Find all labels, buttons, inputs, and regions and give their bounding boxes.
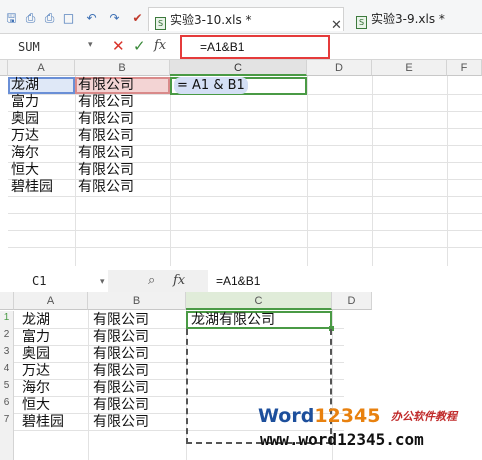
cell-c1-editing[interactable]: = A1 & B1 [172, 77, 302, 94]
column-header-c[interactable]: C [186, 292, 332, 310]
cell-a3[interactable]: 奥园 [9, 111, 39, 128]
cell-b4[interactable]: 有限公司 [91, 363, 149, 380]
row-header-7[interactable]: 7 [0, 414, 13, 425]
cell-a1[interactable]: 龙湖 [20, 312, 50, 329]
cell-a6[interactable]: 恒大 [9, 162, 39, 179]
cell-a7[interactable]: 碧桂园 [9, 179, 53, 196]
cell-a3[interactable]: 奥园 [20, 346, 50, 363]
column-header-e[interactable]: E [372, 60, 447, 76]
row-header-5[interactable]: 5 [0, 380, 13, 391]
cell-b7[interactable]: 有限公司 [76, 179, 134, 196]
select-all-corner[interactable] [0, 60, 8, 76]
tab-file-active[interactable]: S 实验3-10.xls * ✕ [148, 7, 344, 33]
name-box[interactable]: C1 [0, 270, 105, 292]
row-header-1[interactable]: 1 [0, 312, 13, 323]
cell-c1[interactable]: 龙湖有限公司 [189, 312, 275, 329]
watermark-brand-number: 12345 [314, 405, 381, 427]
zoom-icon[interactable]: ⌕ [148, 272, 155, 288]
select-all-corner[interactable] [0, 292, 14, 310]
cell-a1[interactable]: 龙湖 [9, 77, 75, 94]
spreadsheet-file-icon: S [155, 17, 166, 30]
column-header-a[interactable]: A [14, 292, 88, 310]
cell-a2[interactable]: 富力 [9, 94, 39, 111]
column-header-c[interactable]: C [170, 60, 307, 76]
cell-b6[interactable]: 有限公司 [91, 397, 149, 414]
chevron-down-icon[interactable]: ▾ [88, 39, 93, 50]
preview-icon[interactable]: □ [62, 12, 75, 24]
function-buttons-area [108, 270, 208, 292]
save-icon[interactable]: 🖫 [5, 12, 18, 24]
row-header-3[interactable]: 3 [0, 346, 13, 357]
file-icon[interactable]: ⎙ [24, 12, 37, 24]
column-header-a[interactable]: A [8, 60, 75, 76]
column-header-d[interactable]: D [307, 60, 372, 76]
confirm-icon[interactable]: ✓ [133, 37, 146, 55]
cell-b2[interactable]: 有限公司 [76, 94, 134, 111]
column-header-d[interactable]: D [332, 292, 372, 310]
cell-b2[interactable]: 有限公司 [91, 329, 149, 346]
cell-b7[interactable]: 有限公司 [91, 414, 149, 431]
tab-file[interactable]: S 实验3-9.xls * [350, 7, 480, 31]
cell-a4[interactable]: 万达 [9, 128, 39, 145]
checkmark-icon[interactable]: ✔ [131, 12, 144, 24]
tab-label: 实验3-9.xls * [371, 12, 445, 26]
spreadsheet-file-icon: S [356, 16, 367, 29]
watermark-url: www.word12345.com [260, 430, 424, 449]
formula-text: = A1 & B1 [174, 77, 248, 94]
cell-b3[interactable]: 有限公司 [91, 346, 149, 363]
cell-a2[interactable]: 富力 [20, 329, 50, 346]
name-box[interactable]: SUM [4, 37, 96, 57]
cell-b5[interactable]: 有限公司 [91, 380, 149, 397]
cell-a6[interactable]: 恒大 [20, 397, 50, 414]
redo-icon[interactable]: ↷ [108, 12, 121, 24]
cell-b6[interactable]: 有限公司 [76, 162, 134, 179]
cell-a7[interactable]: 碧桂园 [20, 414, 64, 431]
watermark: Word12345 办公软件教程 www.word12345.com [258, 404, 478, 454]
formula-input[interactable]: =A1&B1 [180, 35, 330, 59]
fx-icon[interactable]: fx [173, 273, 185, 288]
cell-b1[interactable]: 有限公司 [76, 77, 170, 94]
watermark-brand-word: Word [258, 405, 315, 427]
row-header-2[interactable]: 2 [0, 329, 13, 340]
tab-label: 实验3-10.xls * [170, 13, 252, 27]
row-header-6[interactable]: 6 [0, 397, 13, 408]
fx-icon[interactable]: fx [154, 38, 166, 53]
column-header-f[interactable]: F [447, 60, 482, 76]
cell-b1[interactable]: 有限公司 [91, 312, 149, 329]
print-icon[interactable]: ⎙ [43, 12, 56, 24]
cell-a4[interactable]: 万达 [20, 363, 50, 380]
formula-bar: C1 ▾ ⌕ fx =A1&B1 [0, 270, 482, 292]
watermark-tag: 办公软件教程 [391, 410, 458, 423]
column-header-b[interactable]: B [88, 292, 186, 310]
cell-b5[interactable]: 有限公司 [76, 145, 134, 162]
cancel-icon[interactable]: ✕ [112, 37, 125, 55]
cell-b3[interactable]: 有限公司 [76, 111, 134, 128]
row-header-4[interactable]: 4 [0, 363, 13, 374]
column-header-b[interactable]: B [75, 60, 170, 76]
cell-b4[interactable]: 有限公司 [76, 128, 134, 145]
formula-bar: SUM ▾ ✕ ✓ fx =A1&B1 [0, 34, 482, 60]
cell-a5[interactable]: 海尔 [9, 145, 39, 162]
undo-icon[interactable]: ↶ [85, 12, 98, 24]
cell-a5[interactable]: 海尔 [20, 380, 50, 397]
formula-input[interactable]: =A1&B1 [216, 270, 260, 292]
toolbar: 🖫 ⎙ ⎙ □ ↶ ↷ ✔ S 实验3-10.xls * ✕ S 实验3-9.xls… [0, 0, 482, 34]
chevron-down-icon[interactable]: ▾ [100, 276, 105, 287]
